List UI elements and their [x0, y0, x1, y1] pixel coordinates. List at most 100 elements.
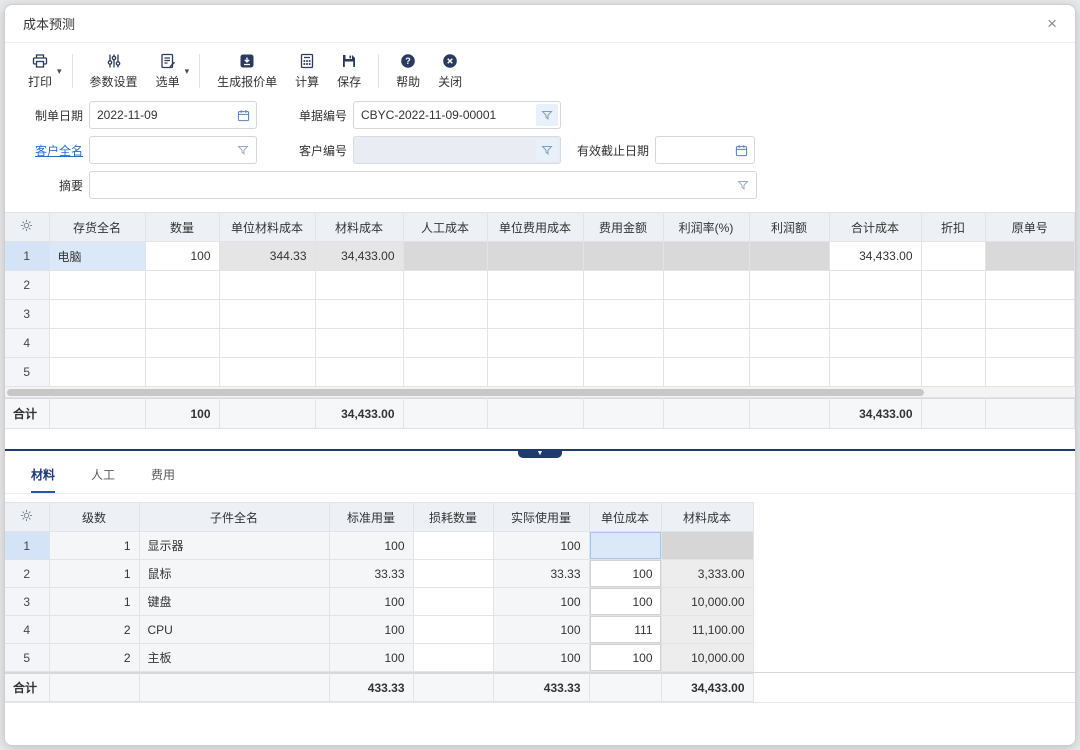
main-grid-cell[interactable]	[583, 242, 663, 271]
detail-grid-cell[interactable]: 111	[589, 616, 661, 644]
main-grid-cell[interactable]	[663, 358, 749, 387]
main-grid-cell[interactable]	[403, 358, 487, 387]
main-grid-cell[interactable]	[403, 242, 487, 271]
param-settings-button[interactable]: 参数设置	[81, 50, 147, 92]
detail-grid-cell[interactable]: 显示器	[139, 532, 329, 560]
main-grid-cell[interactable]	[985, 358, 1075, 387]
detail-grid-cell[interactable]: 3,333.00	[661, 560, 753, 588]
main-grid-cell[interactable]	[921, 300, 985, 329]
main-grid-cell[interactable]: 34,433.00	[829, 242, 921, 271]
detail-grid-cell[interactable]: 10,000.00	[661, 644, 753, 672]
main-grid-cell[interactable]	[921, 271, 985, 300]
main-grid-cell[interactable]	[583, 271, 663, 300]
detail-grid-cell[interactable]: 100	[589, 644, 661, 672]
main-grid-cell[interactable]	[829, 358, 921, 387]
grid-settings-icon[interactable]	[5, 213, 49, 242]
main-grid-cell[interactable]	[49, 271, 145, 300]
main-grid-cell[interactable]	[921, 242, 985, 271]
main-grid-cell[interactable]	[749, 358, 829, 387]
filter-icon[interactable]	[536, 139, 558, 161]
detail-grid-row-number[interactable]: 2	[5, 560, 49, 588]
detail-grid-cell[interactable]	[589, 532, 661, 560]
main-grid-cell[interactable]	[921, 358, 985, 387]
filter-icon[interactable]	[232, 139, 254, 161]
main-grid-cell[interactable]	[315, 358, 403, 387]
detail-grid-cell[interactable]: 100	[493, 532, 589, 560]
main-grid-cell[interactable]	[49, 329, 145, 358]
detail-grid-row-number[interactable]: 5	[5, 644, 49, 672]
tab-labor[interactable]: 人工	[91, 466, 115, 493]
main-grid-cell[interactable]	[985, 329, 1075, 358]
calculate-button[interactable]: 计算	[286, 50, 328, 92]
detail-grid-cell[interactable]	[413, 588, 493, 616]
main-grid-cell[interactable]	[145, 271, 219, 300]
main-grid-cell[interactable]	[487, 300, 583, 329]
save-button[interactable]: 保存	[328, 50, 370, 92]
detail-grid-cell[interactable]: 33.33	[329, 560, 413, 588]
main-grid-cell[interactable]	[403, 271, 487, 300]
detail-grid-cell[interactable]: 1	[49, 532, 139, 560]
detail-grid-cell[interactable]: 100	[493, 644, 589, 672]
main-grid-row-number[interactable]: 4	[5, 329, 49, 358]
main-grid-cell[interactable]	[145, 358, 219, 387]
detail-grid-cell[interactable]: 100	[329, 588, 413, 616]
main-grid-cell[interactable]	[487, 329, 583, 358]
main-grid-cell[interactable]	[315, 329, 403, 358]
main-grid-cell[interactable]	[403, 300, 487, 329]
detail-grid-cell[interactable]: 33.33	[493, 560, 589, 588]
help-button[interactable]: ? 帮助	[387, 50, 429, 92]
main-grid-cell[interactable]	[985, 271, 1075, 300]
main-grid-cell[interactable]	[49, 300, 145, 329]
detail-grid-cell[interactable]: 键盘	[139, 588, 329, 616]
main-grid-cell[interactable]	[749, 271, 829, 300]
detail-grid-cell[interactable]: 100	[589, 560, 661, 588]
main-grid-cell[interactable]	[985, 300, 1075, 329]
main-grid-cell[interactable]	[749, 329, 829, 358]
doc-no-input[interactable]	[354, 102, 536, 128]
detail-grid-cell[interactable]: 100	[329, 616, 413, 644]
detail-grid-cell[interactable]	[413, 532, 493, 560]
detail-grid-cell[interactable]: 鼠标	[139, 560, 329, 588]
detail-grid-cell[interactable]	[413, 644, 493, 672]
main-grid-cell[interactable]	[663, 242, 749, 271]
detail-grid-cell[interactable]: 2	[49, 644, 139, 672]
detail-grid-cell[interactable]: 2	[49, 616, 139, 644]
select-order-dropdown-caret-icon[interactable]: ▾	[185, 66, 190, 77]
main-grid-cell[interactable]	[145, 329, 219, 358]
main-grid-cell[interactable]	[663, 300, 749, 329]
main-grid-cell[interactable]	[403, 329, 487, 358]
main-grid-cell[interactable]	[829, 271, 921, 300]
main-grid-cell[interactable]: 34,433.00	[315, 242, 403, 271]
main-grid-row-number[interactable]: 1	[5, 242, 49, 271]
main-grid-cell[interactable]	[315, 300, 403, 329]
tab-expense[interactable]: 费用	[151, 466, 175, 493]
main-grid-cell[interactable]	[219, 271, 315, 300]
detail-grid-cell[interactable]: 100	[329, 532, 413, 560]
valid-until-input[interactable]	[656, 137, 730, 163]
main-grid-row-number[interactable]: 2	[5, 271, 49, 300]
select-order-button[interactable]: 选单	[147, 50, 189, 92]
customer-name-input[interactable]	[90, 137, 232, 163]
main-grid-cell[interactable]	[49, 358, 145, 387]
main-grid-cell[interactable]	[829, 329, 921, 358]
print-button[interactable]: 打印	[19, 50, 61, 92]
calendar-icon[interactable]	[730, 139, 752, 161]
detail-grid-row-number[interactable]: 1	[5, 532, 49, 560]
main-grid-cell[interactable]	[663, 271, 749, 300]
detail-grid-cell[interactable]	[413, 616, 493, 644]
main-grid-cell[interactable]	[583, 300, 663, 329]
customer-name-link[interactable]: 客户全名	[35, 144, 83, 158]
detail-grid-cell[interactable]: 1	[49, 588, 139, 616]
main-grid-cell[interactable]	[829, 300, 921, 329]
detail-grid-cell[interactable]: 11,100.00	[661, 616, 753, 644]
main-grid-cell[interactable]: 100	[145, 242, 219, 271]
main-grid-hscrollbar[interactable]	[5, 387, 1075, 398]
main-grid-cell[interactable]	[145, 300, 219, 329]
main-grid-cell[interactable]	[985, 242, 1075, 271]
detail-grid-row-number[interactable]: 4	[5, 616, 49, 644]
main-grid-cell[interactable]	[749, 300, 829, 329]
detail-grid-cell[interactable]	[413, 560, 493, 588]
main-grid-cell[interactable]	[487, 242, 583, 271]
summary-input[interactable]	[90, 172, 732, 198]
main-grid-cell[interactable]	[219, 329, 315, 358]
